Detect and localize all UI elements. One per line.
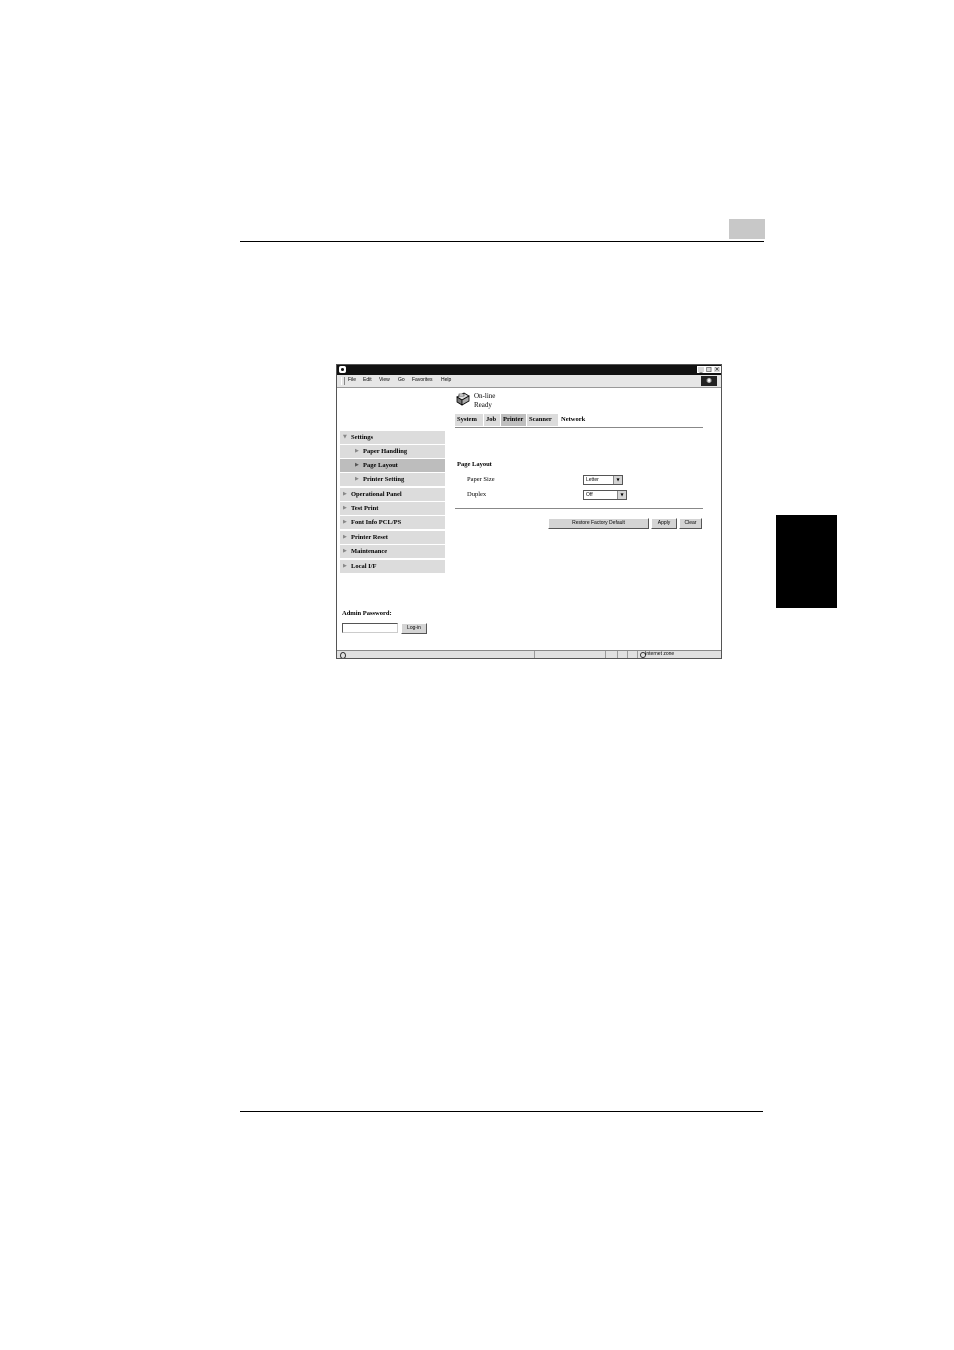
triangle-right-icon: ▶ xyxy=(343,505,347,511)
duplex-select[interactable]: Off ▼ xyxy=(583,490,627,500)
tab-underline xyxy=(455,427,703,428)
tab-job[interactable]: Job xyxy=(484,414,500,426)
chapter-side-tab xyxy=(776,515,837,608)
clear-button[interactable]: Clear xyxy=(679,518,702,529)
tab-network[interactable]: Network xyxy=(559,414,591,426)
menu-view[interactable]: View xyxy=(379,377,390,384)
triangle-right-icon: ▶ xyxy=(343,534,347,540)
triangle-right-icon: ▶ xyxy=(343,491,347,497)
form-separator xyxy=(455,508,703,509)
menu-help[interactable]: Help xyxy=(441,377,451,384)
sidebar-item-label: Operational Panel xyxy=(351,491,402,498)
duplex-label: Duplex xyxy=(467,491,487,498)
status-bar: Internet zone xyxy=(337,650,721,658)
sidebar-item-label: Local I/F xyxy=(351,563,377,570)
sidebar-item-operational-panel[interactable]: ▶ Operational Panel xyxy=(340,488,445,501)
tab-system[interactable]: System xyxy=(455,414,483,426)
triangle-down-icon: ▼ xyxy=(343,434,347,440)
duplex-value: Off xyxy=(586,492,593,498)
sidebar-item-label: Paper Handling xyxy=(363,448,408,455)
section-title: Page Layout xyxy=(457,461,492,468)
status-ready-text: Ready xyxy=(474,401,492,409)
paper-size-value: Letter xyxy=(586,477,599,483)
dropdown-arrow-icon[interactable]: ▼ xyxy=(613,476,622,484)
page-number-box xyxy=(729,219,765,239)
sidebar-item-page-layout[interactable]: ▶ Page Layout xyxy=(340,459,445,472)
printer-status-icon xyxy=(456,392,470,406)
sidebar-item-label: Font Info PCL/PS xyxy=(351,519,402,526)
sidebar-item-printer-setting[interactable]: ▶ Printer Setting xyxy=(340,473,445,486)
triangle-right-icon: ▶ xyxy=(355,476,359,482)
admin-password-input[interactable] xyxy=(342,623,398,633)
triangle-right-icon: ▶ xyxy=(355,448,359,454)
status-online-text: On-line xyxy=(474,392,496,400)
minimize-button[interactable]: _ xyxy=(697,366,705,373)
apply-button[interactable]: Apply xyxy=(651,518,677,529)
sidebar-item-label: Test Print xyxy=(351,505,379,512)
menu-bar: File Edit View Go Favorites Help ✺ xyxy=(337,375,721,388)
toolbar-grip xyxy=(341,377,345,385)
status-cell xyxy=(605,651,607,658)
sidebar-item-printer-reset[interactable]: ▶ Printer Reset xyxy=(340,531,445,544)
sidebar-item-test-print[interactable]: ▶ Test Print xyxy=(340,502,445,515)
triangle-right-icon: ▶ xyxy=(343,563,347,569)
sidebar-item-settings[interactable]: ▼ Settings xyxy=(340,431,445,444)
status-cell xyxy=(637,651,639,658)
sidebar-item-maintenance[interactable]: ▶ Maintenance xyxy=(340,545,445,558)
page-icon xyxy=(340,652,346,658)
sidebar-item-label: Printer Reset xyxy=(351,534,388,541)
sidebar-item-label: Settings xyxy=(351,434,374,441)
sidebar-item-label: Page Layout xyxy=(363,462,398,469)
browser-logo-icon: ✺ xyxy=(701,376,717,386)
sidebar-item-font-info[interactable]: ▶ Font Info PCL/PS xyxy=(340,516,445,529)
status-cell xyxy=(627,651,629,658)
triangle-right-icon: ▶ xyxy=(343,519,347,525)
header-rule xyxy=(240,241,764,242)
tab-printer[interactable]: Printer xyxy=(501,414,526,426)
sidebar-item-label: Maintenance xyxy=(351,548,388,555)
login-button[interactable]: Log-in xyxy=(401,623,427,634)
tab-scanner[interactable]: Scanner xyxy=(527,414,558,426)
triangle-right-icon: ▶ xyxy=(343,548,347,554)
internet-zone-text: Internet zone xyxy=(645,651,675,657)
web-content: On-line Ready System Job Printer Scanner… xyxy=(337,388,721,650)
close-button[interactable]: × xyxy=(713,366,721,373)
restore-factory-default-button[interactable]: Restore Factory Default xyxy=(548,518,649,529)
sidebar-item-local-if[interactable]: ▶ Local I/F xyxy=(340,560,445,573)
menu-file[interactable]: File xyxy=(348,377,356,384)
maximize-button[interactable]: □ xyxy=(705,366,713,373)
menu-favorites[interactable]: Favorites xyxy=(412,377,433,384)
browser-window: _ □ × File Edit View Go Favorites Help ✺… xyxy=(336,364,722,659)
paper-size-label: Paper Size xyxy=(467,476,495,483)
sidebar-item-paper-handling[interactable]: ▶ Paper Handling xyxy=(340,445,445,458)
paper-size-select[interactable]: Letter ▼ xyxy=(583,475,623,485)
triangle-right-icon: ▶ xyxy=(355,462,359,468)
menu-go[interactable]: Go xyxy=(398,377,405,384)
menu-edit[interactable]: Edit xyxy=(363,377,372,384)
status-cell xyxy=(617,651,619,658)
status-cell xyxy=(534,651,536,658)
title-bar: _ □ × xyxy=(337,365,721,375)
browser-app-icon xyxy=(339,366,346,373)
sidebar-item-label: Printer Setting xyxy=(363,476,405,483)
dropdown-arrow-icon[interactable]: ▼ xyxy=(617,491,626,499)
footer-rule xyxy=(240,1111,763,1112)
admin-password-label: Admin Password: xyxy=(342,610,392,617)
